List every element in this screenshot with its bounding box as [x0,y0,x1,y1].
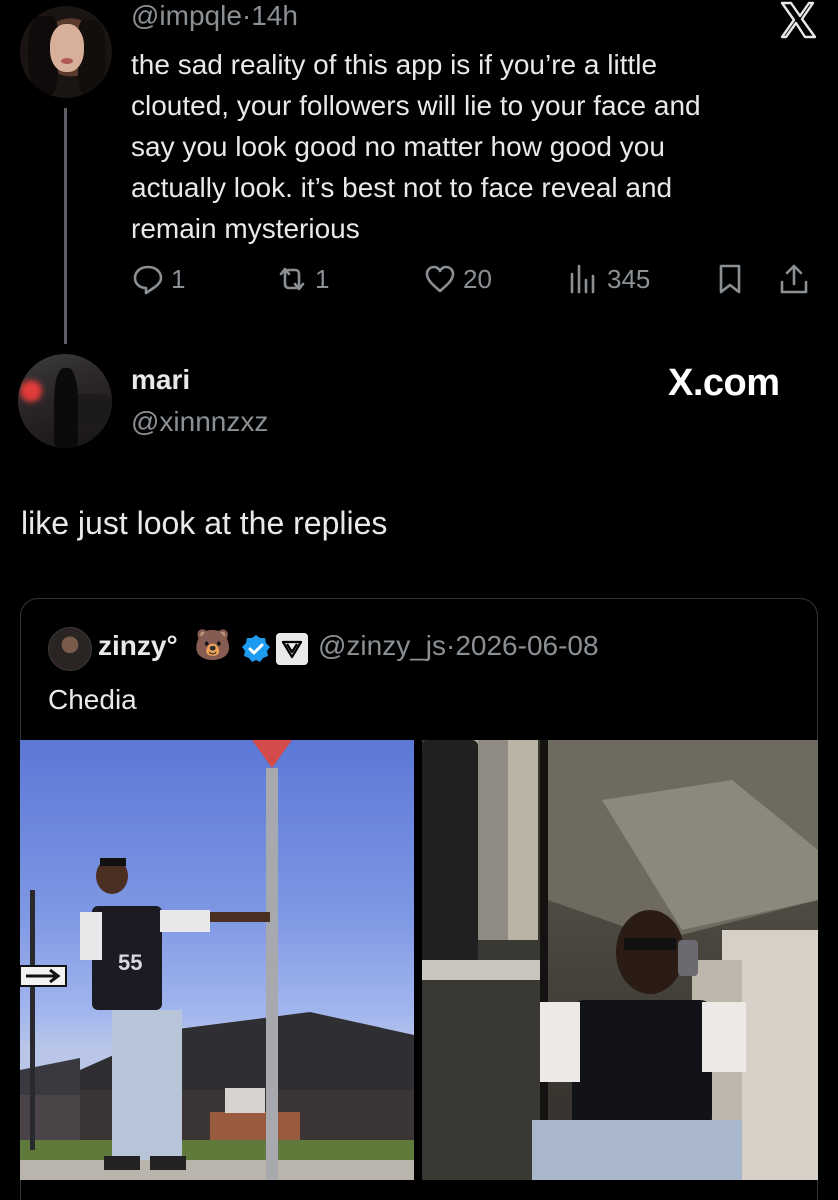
quoted-text: Chedia [48,684,137,715]
views-icon [570,264,595,294]
bookmark-icon [719,264,741,294]
avatar-face [50,24,84,72]
affiliate-badge-icon [276,633,308,665]
like-button[interactable]: 20 [423,262,492,296]
like-icon [425,265,455,293]
bookmark-button[interactable] [713,262,747,296]
tweet-time[interactable]: 14h [251,0,298,31]
tweet-separator: · [241,0,252,31]
quoted-name-emoji: 🐻 [194,629,232,662]
quoted-display-name[interactable]: zinzy° [98,630,178,662]
views-count: 345 [607,263,651,294]
tweet-text: the sad reality of this app is if you’re… [131,49,701,244]
quoted-photo-1[interactable]: 55 [20,740,414,1180]
xcom-watermark: X.com [668,362,780,404]
repost-count: 1 [315,263,330,294]
reply-icon [133,265,163,295]
reply-text: like just look at the replies [21,505,388,541]
jersey-number-55: 55 [118,950,142,975]
avatar-mari[interactable] [18,354,112,448]
thread-connector-line [64,108,67,344]
quoted-photo-2[interactable] [422,740,818,1180]
reply-count: 1 [171,263,186,294]
reply-button[interactable]: 1 [131,262,185,296]
avatar-impqle[interactable] [20,6,112,98]
reply-display-name[interactable]: mari [131,364,190,396]
views-button[interactable]: 345 [567,262,650,296]
avatar-red-light [20,380,42,402]
avatar-person [54,368,78,448]
reply-handle[interactable]: @xinnnzxz [131,406,268,438]
avatar-lips [61,58,73,64]
verified-badge-icon [242,635,270,662]
repost-button[interactable]: 1 [275,262,329,296]
x-logo-icon [780,1,817,39]
quoted-date[interactable]: 2026-06-08 [455,630,598,661]
tweet-actions: 1 1 20 345 [131,262,821,302]
photo-1-scene: 55 [20,740,414,1180]
share-icon [780,264,808,294]
photo-2-scene [422,740,818,1180]
quoted-handle-line: @zinzy_js·2026-06-08 [318,630,599,662]
tweet-handle[interactable]: @impqle [131,0,242,31]
repost-icon [279,267,305,291]
quoted-handle[interactable]: @zinzy_js [318,630,446,661]
like-count: 20 [463,263,492,294]
quoted-separator: · [446,630,456,661]
quoted-avatar[interactable] [48,627,92,671]
tweet-header: @impqle·14h [131,0,298,32]
share-button[interactable] [777,262,811,296]
